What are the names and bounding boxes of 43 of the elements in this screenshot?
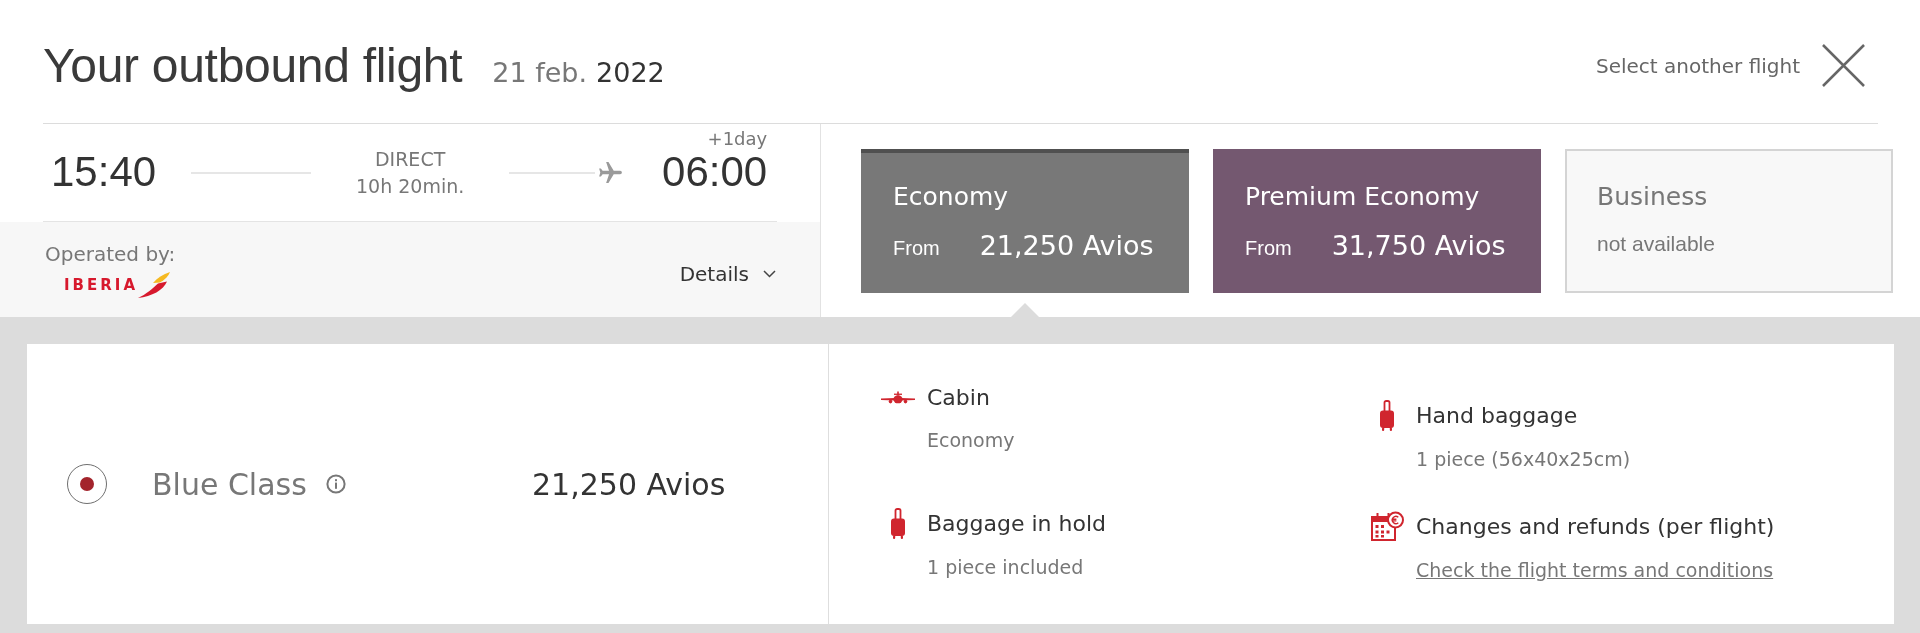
radio-button[interactable] <box>67 464 107 504</box>
from-label: From <box>1245 236 1292 260</box>
cabin-name: Economy <box>893 182 1009 212</box>
arrival-time: 06:00 <box>662 149 768 196</box>
calendar-euro-icon <box>1370 511 1404 542</box>
details-button[interactable]: Details <box>679 261 776 286</box>
chevron-down-icon <box>763 269 776 278</box>
fare-class-name: Blue Class <box>152 466 307 502</box>
departure-time: 15:40 <box>51 149 157 196</box>
page-title: Your outbound flight <box>43 37 463 94</box>
airplane-icon <box>599 162 623 183</box>
suitcase-icon <box>1379 400 1395 431</box>
suitcase-icon <box>890 508 906 539</box>
benefit-title: Changes and refunds (per flight) <box>1416 512 1775 541</box>
fare-tab[interactable]: Premium Economy From 31,750 Avios <box>1213 149 1541 293</box>
fare-price: 31,750 Avios <box>1331 230 1506 262</box>
benefit-title: Cabin <box>927 384 990 412</box>
fare-price: 21,250 Avios <box>979 230 1154 262</box>
benefit-detail: 1 piece included <box>927 555 1084 579</box>
flight-year: 2022 <box>596 56 665 88</box>
benefit-detail: 1 piece (56x40x25cm) <box>1416 447 1631 471</box>
flight-duration: 10h 20min. <box>355 174 465 198</box>
from-label: From <box>893 236 940 260</box>
benefit-title: Hand baggage <box>1416 401 1578 430</box>
day-offset: +1day <box>707 129 768 150</box>
benefit-detail: Economy <box>927 428 1015 452</box>
swoosh-icon <box>138 271 170 298</box>
benefit-title: Baggage in hold <box>927 509 1106 538</box>
terms-link[interactable]: Check the flight terms and conditions <box>1416 558 1774 582</box>
fare-tab[interactable]: Business not available <box>1565 149 1893 293</box>
availability-note: not available <box>1597 231 1715 257</box>
operated-by-label: Operated by: <box>45 241 176 266</box>
fare-class-price: 21,250 Avios <box>532 466 726 502</box>
cabin-name: Premium Economy <box>1245 182 1480 212</box>
cabin-name: Business <box>1597 182 1708 212</box>
stops-label: DIRECT <box>374 147 446 171</box>
info-icon[interactable] <box>325 474 346 494</box>
airplane-icon <box>881 390 915 406</box>
fare-tab[interactable]: Economy From 21,250 Avios <box>861 149 1189 293</box>
close-icon[interactable] <box>1822 44 1865 87</box>
airline-logo-text: IBERIA <box>64 275 138 294</box>
select-another-flight-button[interactable]: Select another flight <box>1596 44 1865 87</box>
flight-date: 21 feb. <box>492 56 588 88</box>
